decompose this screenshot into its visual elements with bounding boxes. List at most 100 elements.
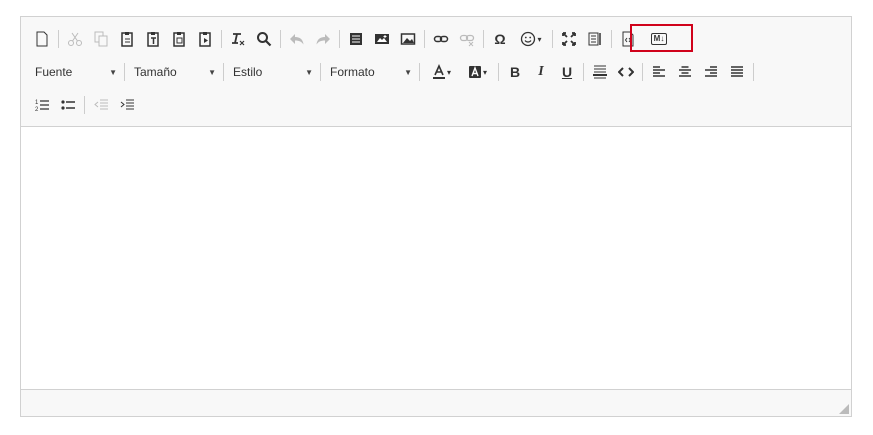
clear-format-icon [232,33,245,46]
size-dropdown[interactable]: Tamaño ▼ [128,60,220,84]
editor-footer [21,389,851,416]
resize-grip-icon[interactable] [839,404,849,414]
emoji-button[interactable]: ▾ [513,27,549,51]
indent-icon [120,99,134,110]
image-plus-icon [375,34,389,44]
paste-word-button[interactable] [166,27,192,51]
text-color-button[interactable]: ▾ [423,60,459,84]
highlight-box [630,24,693,52]
editor-content-area[interactable] [21,127,851,391]
undo-icon [290,34,304,45]
align-left-button[interactable] [646,60,672,84]
horizontal-rule-icon [593,65,607,79]
smiley-icon [521,31,536,47]
chevron-down-icon: ▼ [404,67,412,77]
unlink-icon [459,34,475,47]
bulleted-list-button[interactable] [55,93,81,117]
chevron-down-icon: ▾ [537,34,542,44]
separator [419,63,420,81]
underline-button[interactable]: U [554,60,580,84]
clipboard-play-icon [199,32,211,47]
chevron-down-icon: ▼ [305,67,313,77]
background-color-button[interactable]: ▾ [459,60,495,84]
svg-text:1: 1 [35,100,39,106]
format-dropdown[interactable]: Formato ▼ [324,60,416,84]
horizontal-rule-button[interactable] [587,60,613,84]
separator [280,30,281,48]
background-color-icon [468,66,481,78]
clipboard-word-icon [173,32,185,47]
separator [552,30,553,48]
font-dropdown[interactable]: Fuente ▼ [29,60,121,84]
align-justify-button[interactable] [724,60,750,84]
align-center-button[interactable] [672,60,698,84]
separator [583,63,584,81]
chevron-down-icon: ▼ [208,67,216,77]
italic-button[interactable]: I [528,60,554,84]
new-page-icon [36,31,48,47]
video-button[interactable] [343,27,369,51]
chevron-down-icon: ▾ [446,67,451,77]
remove-format-button[interactable] [225,27,251,51]
align-right-button[interactable] [698,60,724,84]
separator [498,63,499,81]
copy-icon [94,31,108,47]
outdent-button[interactable] [88,93,114,117]
numbered-list-button[interactable]: 12 [29,93,55,117]
separator [611,30,612,48]
separator [58,30,59,48]
copy-button[interactable] [88,27,114,51]
rich-text-editor: Ω ▾ M↓ Fuente ▼ Tamaño ▼ Estilo ▼ Format… [20,16,852,417]
image-caption-button[interactable] [369,27,395,51]
style-dropdown-label: Estilo [233,65,263,79]
svg-text:2: 2 [35,107,39,113]
separator [753,63,754,81]
link-button[interactable] [428,27,454,51]
new-page-button[interactable] [29,27,55,51]
find-button[interactable] [251,27,277,51]
image-button[interactable] [395,27,421,51]
image-icon [400,33,416,45]
link-icon [433,35,449,43]
toolbar-row-3: 12 [29,92,140,118]
separator [84,96,85,114]
chevron-down-icon: ▼ [109,67,117,77]
numbered-list-icon: 12 [35,100,49,113]
paste-from-button[interactable] [192,27,218,51]
outdent-icon [94,99,108,110]
toolbar-row-2: Fuente ▼ Tamaño ▼ Estilo ▼ Formato ▼ ▾ ▾… [29,59,757,85]
cut-button[interactable] [62,27,88,51]
font-dropdown-label: Fuente [35,65,73,79]
align-right-icon [705,66,717,77]
style-dropdown[interactable]: Estilo ▼ [227,60,317,84]
blocks-icon [588,32,601,46]
align-justify-icon [731,66,743,77]
text-color-icon [432,64,445,79]
align-center-icon [679,66,691,77]
editor-toolbar: Ω ▾ M↓ Fuente ▼ Tamaño ▼ Estilo ▼ Format… [21,17,851,127]
maximize-button[interactable] [556,27,582,51]
format-dropdown-label: Formato [330,65,375,79]
indent-button[interactable] [114,93,140,117]
separator [339,30,340,48]
unlink-button[interactable] [454,27,480,51]
paste-text-button[interactable] [140,27,166,51]
bold-button[interactable]: B [502,60,528,84]
paste-button[interactable] [114,27,140,51]
separator [642,63,643,81]
align-left-icon [653,66,665,77]
clipboard-icon [121,32,133,47]
search-icon [257,32,272,47]
scissors-icon [68,32,82,46]
separator [223,63,224,81]
film-icon [350,33,362,45]
redo-button[interactable] [310,27,336,51]
special-char-button[interactable]: Ω [487,27,513,51]
maximize-icon [562,32,576,46]
code-snippet-button[interactable] [613,60,639,84]
toolbar-row-1: Ω ▾ M↓ [29,26,677,52]
separator [483,30,484,48]
undo-button[interactable] [284,27,310,51]
size-dropdown-label: Tamaño [134,65,177,79]
show-blocks-button[interactable] [582,27,608,51]
